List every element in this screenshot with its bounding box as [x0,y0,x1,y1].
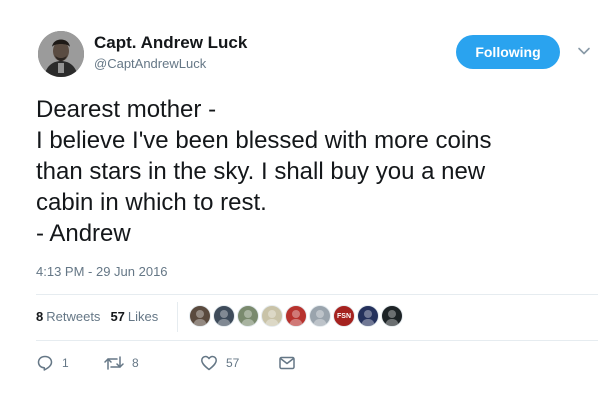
liker-avatar[interactable] [261,305,283,327]
retweets-stat[interactable]: 8 Retweets [36,309,100,324]
author-handle[interactable]: @CaptAndrewLuck [94,56,206,71]
person-silhouette-icon [241,310,255,326]
author-avatar[interactable] [38,31,84,77]
reply-button[interactable]: 1 [36,354,69,372]
retweet-icon [104,356,124,370]
divider [36,340,598,341]
direct-message-button[interactable] [278,354,296,372]
liker-avatar[interactable] [357,305,379,327]
author-name[interactable]: Capt. Andrew Luck [94,33,247,53]
likes-label: Likes [127,309,159,324]
tweet-line: Dearest mother - [36,96,217,123]
chevron-down-icon[interactable] [577,44,591,58]
liker-avatar[interactable] [213,305,235,327]
like-button[interactable]: 57 [200,354,239,372]
liker-avatar[interactable] [237,305,259,327]
person-silhouette-icon [265,310,279,326]
retweet-button[interactable]: 8 [104,354,139,372]
likes-stat[interactable]: 57 Likes [110,309,158,324]
person-silhouette-icon [217,310,231,326]
tweet-text: Dearest mother - I believe I've been ble… [36,94,576,249]
liker-avatar[interactable] [381,305,403,327]
person-silhouette-icon [361,310,375,326]
liker-avatar[interactable] [285,305,307,327]
heart-icon [201,355,217,371]
avatar-portrait-icon [38,31,84,77]
engagement-stats: 8 Retweets 57 Likes [36,309,158,324]
tweet-line: than stars in the sky. I shall buy you a… [36,158,486,185]
like-count: 57 [226,356,240,370]
stats-separator [177,302,178,332]
reply-icon [37,355,53,371]
person-silhouette-icon [313,310,327,326]
likes-count: 57 [110,309,125,324]
liker-avatars: FSN [189,305,405,329]
tweet-timestamp[interactable]: 4:13 PM - 29 Jun 2016 [36,264,168,279]
divider [36,294,598,295]
tweet-line: cabin in which to rest. [36,189,267,216]
tweet-line: I believe I've been blessed with more co… [36,127,492,154]
retweets-count: 8 [36,309,44,324]
person-silhouette-icon [193,310,207,326]
reply-count: 1 [62,356,69,370]
liker-avatar[interactable] [309,305,331,327]
following-button[interactable]: Following [456,35,560,69]
liker-avatar[interactable]: FSN [333,305,355,327]
tweet-line: - Andrew [36,220,131,247]
liker-avatar-label: FSN [337,312,351,320]
retweet-count: 8 [132,356,139,370]
liker-avatar[interactable] [189,305,211,327]
person-silhouette-icon [385,310,399,326]
retweets-label: Retweets [46,309,101,324]
person-silhouette-icon [289,310,303,326]
envelope-icon [279,356,295,370]
